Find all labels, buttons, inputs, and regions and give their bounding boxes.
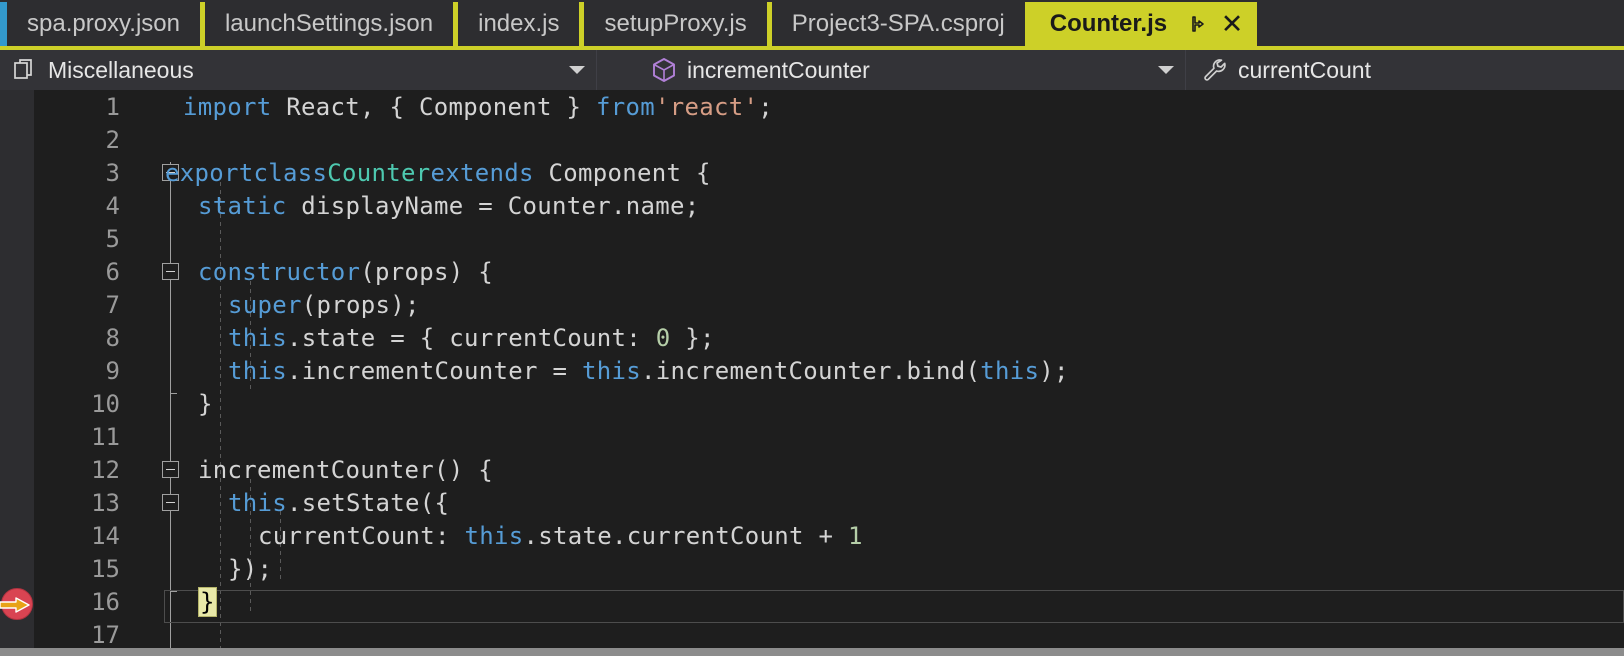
line-number: 14 [91,521,120,550]
code-line-11[interactable]: 11 [34,420,1624,453]
code-text-area[interactable]: 1 import React, { Component } from 'reac… [34,90,1624,648]
fold-toggle-line-12[interactable] [136,453,196,486]
tab-index-js[interactable]: index.js [458,2,585,46]
code-line-8[interactable]: 8 this .state = { currentCount: 0 }; [34,321,1624,354]
line-content: this .state = { currentCount: 0 }; [228,323,715,352]
documents-icon [10,55,40,85]
tab-strip-filler [1257,2,1624,46]
line-number: 1 [105,92,120,121]
wrench-icon [1200,55,1230,85]
line-number: 12 [91,455,120,484]
code-line-17[interactable]: 17 [34,618,1624,649]
chevron-down-icon[interactable] [1153,50,1179,90]
tab-list: spa.proxy.json launchSettings.json index… [7,0,1624,50]
code-line-15[interactable]: 15 }); [34,552,1624,585]
line-content: currentCount: this .state.currentCount + … [258,521,863,550]
line-number: 8 [105,323,120,352]
fold-toggle-line-6[interactable] [136,255,196,288]
line-number: 9 [105,356,120,385]
fold-toggle-line-13[interactable] [136,486,196,519]
code-line-14[interactable]: 14 currentCount: this .state.currentCount… [34,519,1624,552]
tab-label: Project3-SPA.csproj [791,10,1005,37]
code-line-1[interactable]: 1 import React, { Component } from 'reac… [34,90,1624,123]
code-line-16[interactable]: 16 } [34,585,1624,618]
tab-overflow-indicator[interactable] [0,2,7,46]
line-number: 10 [91,389,120,418]
indicator-margin[interactable] [0,90,34,648]
line-content: static displayName = Counter.name; [198,191,700,220]
code-line-7[interactable]: 7 super (props); [34,288,1624,321]
line-number: 6 [105,257,120,286]
code-line-2[interactable]: 2 [34,123,1624,156]
member-selector-value: incrementCounter [687,58,870,82]
code-line-10[interactable]: 10 } [34,387,1624,420]
method-cube-icon [649,55,679,85]
close-icon[interactable]: ✕ [1219,10,1245,37]
editor-navigation-bar: Miscellaneous incrementCounter currentCo… [0,50,1624,90]
line-number: 3 [105,158,120,187]
symbol-selector-dropdown[interactable]: currentCount [1186,50,1624,90]
code-line-6[interactable]: 6 constructor (props) { [34,255,1624,288]
project-selector-dropdown[interactable]: Miscellaneous [0,50,597,90]
line-content: incrementCounter() { [198,455,493,484]
tab-label: launchSettings.json [224,10,434,37]
line-content: import React, { Component } from 'react'… [183,92,773,121]
matched-brace-highlight: } [198,586,217,617]
tab-counter-js[interactable]: Counter.js ✕ [1029,2,1258,46]
editor-tab-strip: spa.proxy.json launchSettings.json index… [0,0,1624,50]
line-number: 7 [105,290,120,319]
breakpoint-current-statement-marker[interactable] [0,588,33,620]
current-statement-arrow-icon [0,597,30,613]
code-line-5[interactable]: 5 [34,222,1624,255]
code-line-4[interactable]: 4 static displayName = Counter.name; [34,189,1624,222]
line-content: } [198,389,213,418]
line-content: constructor (props) { [198,257,493,286]
tab-label: spa.proxy.json [27,10,180,37]
line-content: this .setState({ [228,488,450,517]
tab-label: Counter.js [1049,10,1168,37]
project-selector-value: Miscellaneous [48,58,194,82]
line-number: 5 [105,224,120,253]
line-number: 11 [91,422,120,451]
tab-setupproxy-js[interactable]: setupProxy.js [584,2,772,46]
tab-label: index.js [478,10,560,37]
tab-launchsettings-json[interactable]: launchSettings.json [204,2,459,46]
line-content: this .incrementCounter = this .incrementCo… [228,356,1069,385]
visual-studio-editor-window: spa.proxy.json launchSettings.json index… [0,0,1624,656]
line-number: 4 [105,191,120,220]
tab-project3-spa-csproj[interactable]: Project3-SPA.csproj [771,2,1030,46]
line-number: 17 [91,620,120,649]
code-line-12[interactable]: 12 incrementCounter() { [34,453,1624,486]
code-line-13[interactable]: 13 this .setState({ [34,486,1624,519]
tab-spa-proxy-json[interactable]: spa.proxy.json [7,2,205,46]
member-selector-dropdown[interactable]: incrementCounter [597,50,1186,90]
line-content: export class Counter extends Component { [165,158,711,187]
code-line-3[interactable]: 3 export class Counter extends Component… [34,156,1624,189]
horizontal-scrollbar[interactable] [0,648,1624,656]
line-number: 16 [91,587,120,616]
tab-label: setupProxy.js [604,10,747,37]
code-editor-surface[interactable]: 1 import React, { Component } from 'reac… [0,90,1624,648]
line-content: super (props); [228,290,420,319]
chevron-down-icon[interactable] [564,50,590,90]
pin-icon[interactable] [1185,11,1211,37]
line-content: } [198,585,217,618]
symbol-selector-value: currentCount [1238,58,1371,82]
line-number: 2 [105,125,120,154]
line-number: 13 [91,488,120,517]
line-number: 15 [91,554,120,583]
code-line-9[interactable]: 9 this .incrementCounter = this .increment… [34,354,1624,387]
line-content: }); [228,554,273,583]
